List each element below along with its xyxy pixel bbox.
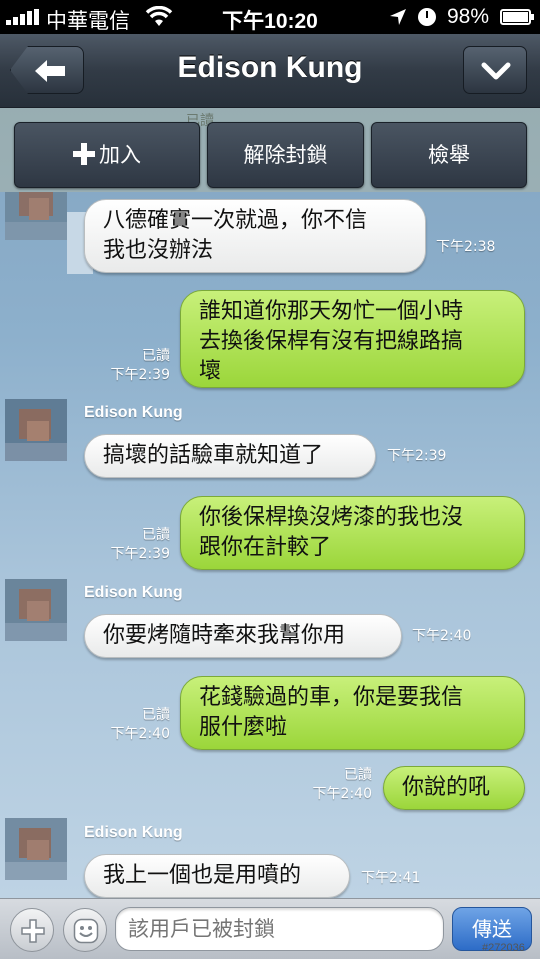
read-receipt: 已讀 xyxy=(142,348,170,364)
message-bubble-outgoing[interactable]: 花錢驗過的車，你是要我信 服什麼啦 xyxy=(180,676,525,750)
blocked-user-action-bar: 已讀 加入 解除封鎖 檢舉 xyxy=(0,108,540,192)
read-receipt: 已讀 xyxy=(142,527,170,543)
send-label: 傳送 xyxy=(472,917,512,941)
message-time: 下午2:39 xyxy=(110,546,170,562)
add-friend-label: 加入 xyxy=(99,143,141,167)
attach-button[interactable] xyxy=(10,908,54,952)
message-bubble-outgoing[interactable]: 你後保桿換沒烤漆的我也沒 跟你在計較了 xyxy=(180,496,525,570)
message-bubble-outgoing[interactable]: 你說的吼 xyxy=(383,766,525,810)
message-bubble-incoming[interactable]: 你要烤隨時牽來我幫你用 xyxy=(84,614,402,658)
unblock-label: 解除封鎖 xyxy=(243,143,328,167)
menu-button[interactable] xyxy=(463,46,527,94)
message-input-bar: 傳送 xyxy=(0,898,540,959)
message-time: 下午2:41 xyxy=(361,870,421,886)
location-icon xyxy=(390,9,406,25)
plus-icon xyxy=(21,919,45,943)
message-line: 我上一個也是用噴的 xyxy=(103,863,302,888)
message-bubble-outgoing[interactable]: 誰知道你那天匆忙一個小時 去換後保桿有沒有把線路搞 壞 xyxy=(180,290,525,388)
report-button[interactable]: 檢舉 xyxy=(371,122,527,188)
message-line: 你說的吼 xyxy=(402,775,491,800)
clock-icon xyxy=(418,8,436,26)
sender-name: Edison Kung xyxy=(84,824,183,841)
message-line: 跟你在計較了 xyxy=(199,535,332,560)
chat-message-list[interactable]: 八德確實一次就過，你不信 我也沒辦法 下午2:38 已讀 下午2:39 誰知道你… xyxy=(0,192,540,898)
message-bubble-incoming[interactable]: 搞壞的話驗車就知道了 xyxy=(84,434,376,478)
message-line: 我也沒辦法 xyxy=(103,238,214,263)
message-line: 花錢驗過的車，你是要我信 xyxy=(199,685,464,710)
report-label: 檢舉 xyxy=(428,143,470,167)
battery-percent: 98% xyxy=(447,5,490,28)
message-line: 搞壞的話驗車就知道了 xyxy=(103,443,324,468)
read-receipt: 已讀 xyxy=(142,707,170,723)
sender-name: Edison Kung xyxy=(84,584,183,601)
plus-icon xyxy=(73,143,95,165)
message-line: 去換後保桿有沒有把線路搞 xyxy=(199,329,464,354)
message-time: 下午2:38 xyxy=(436,239,496,255)
avatar[interactable] xyxy=(5,399,67,461)
message-meta: 已讀 下午2:39 xyxy=(100,347,170,385)
add-friend-button[interactable]: 加入 xyxy=(14,122,200,188)
avatar[interactable] xyxy=(5,192,67,240)
message-time: 下午2:40 xyxy=(312,786,372,802)
message-line: 八德確實一次就過，你不信 xyxy=(103,208,368,233)
message-meta: 已讀 下午2:40 xyxy=(302,766,372,804)
message-input[interactable] xyxy=(115,907,444,951)
avatar[interactable] xyxy=(5,579,67,641)
message-time: 下午2:39 xyxy=(387,448,447,464)
message-bubble-incoming[interactable]: 八德確實一次就過，你不信 我也沒辦法 xyxy=(84,199,426,273)
status-bar: 中華電信 下午10:20 98% xyxy=(0,0,540,34)
chevron-down-icon xyxy=(481,62,511,80)
sender-name: Edison Kung xyxy=(84,404,183,421)
message-time: 下午2:40 xyxy=(412,628,472,644)
sticker-button[interactable] xyxy=(63,908,107,952)
emoji-icon xyxy=(73,918,99,944)
read-receipt: 已讀 xyxy=(344,767,372,783)
battery-icon xyxy=(500,9,534,25)
message-meta: 已讀 下午2:39 xyxy=(100,526,170,564)
avatar[interactable] xyxy=(5,818,67,880)
message-time: 下午2:40 xyxy=(110,726,170,742)
unblock-button[interactable]: 解除封鎖 xyxy=(207,122,364,188)
message-line: 壞 xyxy=(199,359,222,384)
message-line: 你後保桿換沒烤漆的我也沒 xyxy=(199,505,464,530)
message-meta: 已讀 下午2:40 xyxy=(100,706,170,744)
message-line: 你要烤隨時牽來我幫你用 xyxy=(103,623,346,648)
watermark: #272036 xyxy=(482,942,525,954)
message-line: 誰知道你那天匆忙一個小時 xyxy=(199,299,464,324)
chat-title: Edison Kung xyxy=(177,51,363,84)
navigation-bar: Edison Kung xyxy=(0,34,540,108)
message-bubble-incoming[interactable]: 我上一個也是用噴的 xyxy=(84,854,350,898)
message-time: 下午2:39 xyxy=(110,367,170,383)
message-line: 服什麼啦 xyxy=(199,715,288,740)
